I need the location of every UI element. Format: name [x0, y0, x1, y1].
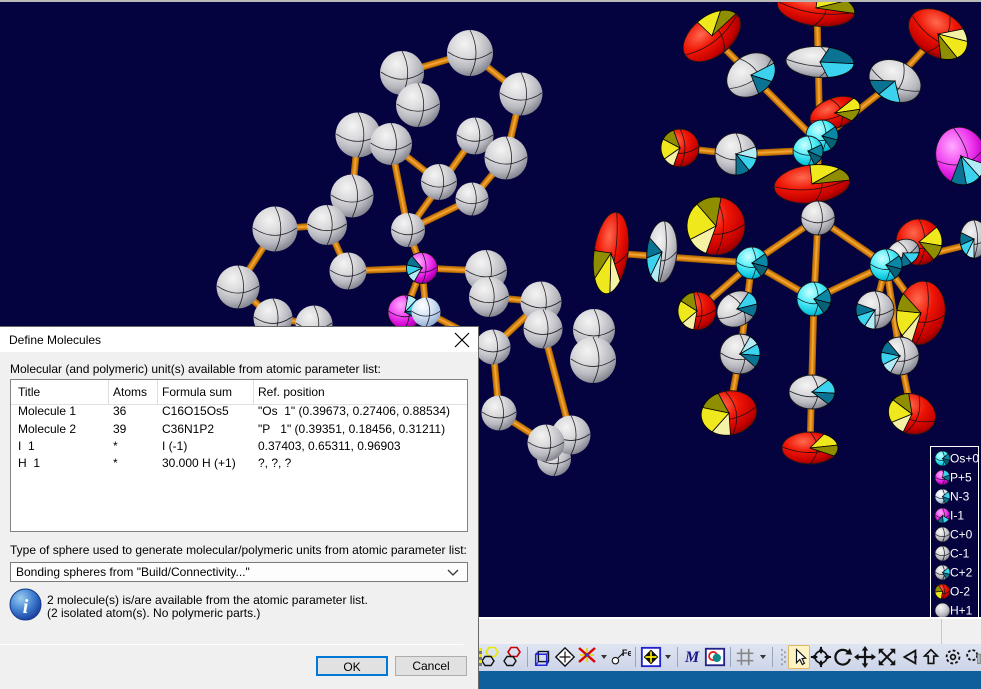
- svg-text:O-2: O-2: [950, 585, 970, 599]
- svg-text:Fe: Fe: [622, 648, 631, 658]
- svg-text:C+2: C+2: [950, 566, 973, 580]
- svg-text:C+0: C+0: [950, 528, 973, 542]
- svg-text:Os+0: Os+0: [950, 452, 979, 466]
- svg-text:H+1: H+1: [950, 604, 973, 618]
- svg-text:i: i: [23, 596, 29, 618]
- svg-text:P+5: P+5: [950, 471, 972, 485]
- svg-text:C-1: C-1: [950, 547, 970, 561]
- svg-text:N-3: N-3: [950, 490, 970, 504]
- svg-text:M: M: [684, 649, 700, 666]
- svg-text:I-1: I-1: [950, 509, 964, 523]
